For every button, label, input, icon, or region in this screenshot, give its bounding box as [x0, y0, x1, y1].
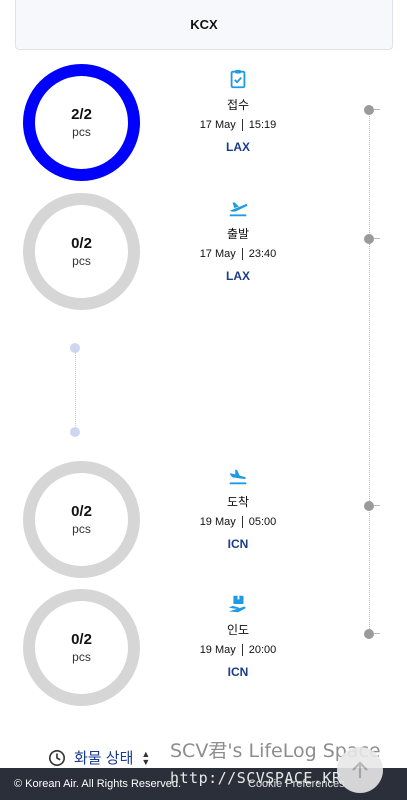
step-datetime: 17 May 23:40 [178, 248, 298, 260]
step-datetime: 19 May 05:00 [178, 516, 298, 528]
step-time: 05:00 [248, 516, 277, 528]
clock-icon [48, 749, 66, 766]
step-title: 접수 [226, 98, 250, 112]
package-hand-icon [228, 595, 246, 613]
pieces-count: 0/2 [71, 234, 92, 252]
step-departed: 출발 17 May 23:40 LAX [178, 197, 298, 283]
step-date: 17 May [199, 248, 236, 260]
cargo-status-sort[interactable]: 화물 상태 ▲ ▼ [48, 747, 150, 768]
step-location: ICN [227, 537, 249, 551]
sort-arrows-icon: ▲ ▼ [141, 748, 151, 767]
step-location: LAX [226, 140, 250, 154]
pieces-unit: pcs [72, 124, 91, 139]
separator [241, 248, 243, 260]
step-received: 접수 17 May 15:19 LAX [178, 68, 298, 154]
pieces-ring-departed: 0/2 pcs [23, 193, 140, 310]
pieces-unit: pcs [72, 521, 91, 536]
timeline-dot [364, 234, 380, 244]
cookie-preferences-link[interactable]: Cookie Preferences [248, 778, 345, 790]
arrow-up-icon [352, 761, 368, 778]
step-datetime: 19 May 20:00 [178, 644, 298, 656]
step-title: 도착 [226, 495, 250, 509]
timeline-dot [364, 501, 380, 511]
plane-arrival-icon [229, 469, 247, 485]
timeline-dot [364, 105, 380, 115]
pieces-ring-arrived: 0/2 pcs [23, 461, 140, 578]
cargo-status-label: 화물 상태 [74, 750, 134, 767]
step-date: 17 May [199, 119, 236, 131]
shipment-header: KCX [15, 0, 393, 50]
step-time: 15:19 [248, 119, 277, 131]
step-date: 19 May [199, 516, 236, 528]
header-code: KCX [190, 17, 218, 32]
step-date: 19 May [199, 644, 236, 656]
pieces-unit: pcs [72, 253, 91, 268]
step-delivered: 인도 19 May 20:00 ICN [178, 593, 298, 679]
step-title: 인도 [226, 623, 250, 637]
separator [241, 644, 243, 656]
step-location: ICN [227, 665, 249, 679]
scroll-to-top-button[interactable] [337, 747, 383, 793]
timeline-line [369, 110, 370, 635]
pieces-unit: pcs [72, 649, 91, 664]
copyright-text: © Korean Air. All Rights Reserved. [14, 778, 182, 790]
step-datetime: 17 May 15:19 [178, 119, 298, 131]
clipboard-check-icon [230, 69, 246, 89]
pieces-ring-received: 2/2 pcs [23, 64, 140, 181]
step-time: 23:40 [248, 248, 277, 260]
step-arrived: 도착 19 May 05:00 ICN [178, 465, 298, 551]
pieces-count: 0/2 [71, 630, 92, 648]
connector-line [75, 350, 76, 432]
pieces-count: 2/2 [71, 105, 92, 123]
step-location: LAX [226, 269, 250, 283]
step-time: 20:00 [248, 644, 277, 656]
separator [241, 119, 243, 131]
connector-dot [70, 427, 80, 437]
step-title: 출발 [226, 227, 250, 241]
timeline-dot [364, 629, 380, 639]
separator [241, 516, 243, 528]
pieces-count: 0/2 [71, 502, 92, 520]
pieces-ring-delivered: 0/2 pcs [23, 589, 140, 706]
plane-departure-icon [229, 202, 248, 217]
